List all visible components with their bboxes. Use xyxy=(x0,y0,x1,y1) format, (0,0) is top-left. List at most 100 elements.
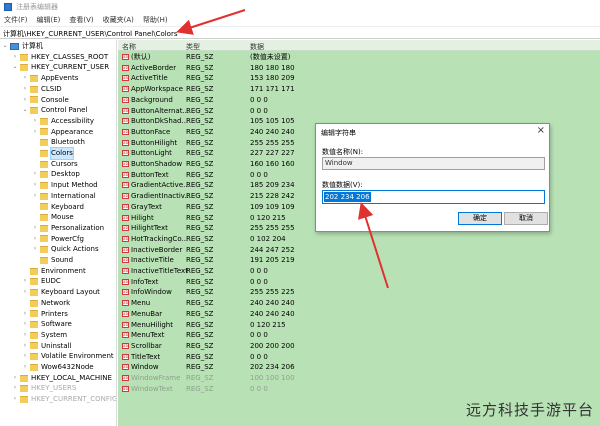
tree-node[interactable]: › International xyxy=(32,191,96,202)
value-row[interactable]: ab InfoText REG_SZ 0 0 0 xyxy=(118,277,600,288)
ok-button[interactable]: 确定 xyxy=(458,212,502,225)
value-row[interactable]: ab Window REG_SZ 202 234 206 xyxy=(118,362,600,373)
value-row[interactable]: ab InactiveTitleText REG_SZ 0 0 0 xyxy=(118,266,600,277)
tree-node[interactable]: › HKEY_CLASSES_ROOT xyxy=(12,52,108,63)
value-row[interactable]: ab TitleText REG_SZ 0 0 0 xyxy=(118,352,600,363)
tree-node[interactable]: › Personalization xyxy=(32,223,104,234)
value-row[interactable]: ab ActiveBorder REG_SZ 180 180 180 xyxy=(118,63,600,74)
menu-help[interactable]: 帮助(H) xyxy=(143,15,168,25)
tree-node[interactable]: Environment xyxy=(22,266,86,277)
chevron-right-icon[interactable]: › xyxy=(12,394,18,405)
value-row[interactable]: ab InfoWindow REG_SZ 255 255 225 xyxy=(118,287,600,298)
value-row[interactable]: ab InactiveTitle REG_SZ 191 205 219 xyxy=(118,255,600,266)
chevron-right-icon[interactable]: › xyxy=(22,351,28,362)
value-row[interactable]: ab MenuText REG_SZ 0 0 0 xyxy=(118,330,600,341)
value-data-field[interactable]: 202 234 206 xyxy=(322,190,545,204)
chevron-right-icon[interactable]: › xyxy=(22,362,28,373)
chevron-right-icon[interactable]: › xyxy=(32,244,38,255)
menu-edit[interactable]: 编辑(E) xyxy=(37,15,61,25)
chevron-right-icon[interactable]: › xyxy=(32,223,38,234)
value-name: Hilight xyxy=(131,213,154,222)
chevron-right-icon[interactable]: › xyxy=(22,287,28,298)
chevron-right-icon[interactable]: › xyxy=(12,52,18,63)
tree-node[interactable]: Bluetooth xyxy=(32,137,85,148)
value-row[interactable]: ab (默认) REG_SZ (数值未设置) xyxy=(118,52,600,63)
chevron-right-icon[interactable]: › xyxy=(12,383,18,394)
chevron-right-icon[interactable]: › xyxy=(22,319,28,330)
tree-node[interactable]: Cursors xyxy=(32,159,78,170)
value-type: REG_SZ xyxy=(186,192,214,201)
chevron-right-icon[interactable]: › xyxy=(12,373,18,384)
chevron-right-icon[interactable]: › xyxy=(32,169,38,180)
tree-node[interactable]: Network xyxy=(22,298,70,309)
column-header-name[interactable]: 名称 xyxy=(122,42,136,52)
tree-node[interactable]: › Desktop xyxy=(32,169,80,180)
chevron-right-icon[interactable]: › xyxy=(32,234,38,245)
tree-node[interactable]: Mouse xyxy=(32,212,74,223)
tree-node[interactable]: ⌄ HKEY_CURRENT_USER xyxy=(12,62,109,73)
value-row[interactable]: ab WindowText REG_SZ 0 0 0 xyxy=(118,384,600,395)
chevron-right-icon[interactable]: › xyxy=(32,116,38,127)
tree-node[interactable]: › Appearance xyxy=(32,127,93,138)
chevron-down-icon[interactable]: ⌄ xyxy=(2,41,8,52)
chevron-right-icon[interactable]: › xyxy=(22,309,28,320)
tree-node[interactable]: ⌄ Control Panel xyxy=(22,105,87,116)
value-name: ButtonHilight xyxy=(131,138,178,147)
chevron-right-icon[interactable]: › xyxy=(22,84,28,95)
chevron-right-icon[interactable]: › xyxy=(22,95,28,106)
chevron-right-icon[interactable]: › xyxy=(22,73,28,84)
menu-view[interactable]: 查看(V) xyxy=(69,15,93,25)
value-row[interactable]: ab MenuHilight REG_SZ 0 120 215 xyxy=(118,320,600,331)
value-name-field[interactable]: Window xyxy=(322,157,545,170)
tree-node[interactable]: › PowerCfg xyxy=(32,234,84,245)
tree-node[interactable]: › Wow6432Node xyxy=(22,362,94,373)
tree-node[interactable]: › HKEY_LOCAL_MACHINE xyxy=(12,373,112,384)
address-bar[interactable]: 计算机\HKEY_CURRENT_USER\Control Panel\Colo… xyxy=(0,29,600,39)
value-row[interactable]: ab Background REG_SZ 0 0 0 xyxy=(118,95,600,106)
tree-node[interactable]: › HKEY_USERS xyxy=(12,383,77,394)
tree-node[interactable]: › Volatile Environment xyxy=(22,351,114,362)
chevron-right-icon[interactable]: › xyxy=(32,127,38,138)
value-row[interactable]: ab AppWorkspace REG_SZ 171 171 171 xyxy=(118,84,600,95)
tree-node[interactable]: › Software xyxy=(22,319,72,330)
tree-node[interactable]: › Quick Actions xyxy=(32,244,99,255)
value-row[interactable]: ab HotTrackingCo... REG_SZ 0 102 204 xyxy=(118,234,600,245)
tree-node[interactable]: › CLSID xyxy=(22,84,62,95)
tree-node[interactable]: › HKEY_CURRENT_CONFIG xyxy=(12,394,116,405)
chevron-down-icon[interactable]: ⌄ xyxy=(12,62,18,73)
chevron-right-icon[interactable]: › xyxy=(22,341,28,352)
tree-node[interactable]: › Printers xyxy=(22,309,68,320)
value-row[interactable]: ab InactiveBorder REG_SZ 244 247 252 xyxy=(118,245,600,256)
tree-node[interactable]: › Console xyxy=(22,95,69,106)
cancel-button[interactable]: 取消 xyxy=(504,212,548,225)
value-row[interactable]: ab MenuBar REG_SZ 240 240 240 xyxy=(118,309,600,320)
tree-node[interactable]: › Accessibility xyxy=(32,116,94,127)
chevron-right-icon[interactable]: › xyxy=(32,191,38,202)
column-header-data[interactable]: 数据 xyxy=(250,42,264,52)
value-row[interactable]: ab Menu REG_SZ 240 240 240 xyxy=(118,298,600,309)
tree-node[interactable]: › System xyxy=(22,330,67,341)
value-row[interactable]: ab Scrollbar REG_SZ 200 200 200 xyxy=(118,341,600,352)
tree-node[interactable]: › Uninstall xyxy=(22,341,72,352)
tree-node[interactable]: › AppEvents xyxy=(22,73,79,84)
column-header-type[interactable]: 类型 xyxy=(186,42,200,52)
tree-node[interactable]: ⌄ 计算机 xyxy=(2,41,43,52)
tree-node-label: Keyboard xyxy=(51,202,84,211)
folder-icon xyxy=(40,235,48,243)
tree-node[interactable]: Colors xyxy=(32,147,74,160)
tree-node[interactable]: Keyboard xyxy=(32,202,84,213)
chevron-right-icon[interactable]: › xyxy=(22,276,28,287)
tree-node[interactable]: Sound xyxy=(32,255,73,266)
chevron-right-icon[interactable]: › xyxy=(22,330,28,341)
menu-favorites[interactable]: 收藏夹(A) xyxy=(103,15,134,25)
tree-node[interactable]: › EUDC xyxy=(22,276,61,287)
tree-node[interactable]: › Input Method xyxy=(32,180,98,191)
chevron-down-icon[interactable]: ⌄ xyxy=(22,105,28,116)
close-icon[interactable]: × xyxy=(537,125,545,136)
menu-file[interactable]: 文件(F) xyxy=(4,15,28,25)
tree-node[interactable]: › Keyboard Layout xyxy=(22,287,100,298)
value-row[interactable]: ab WindowFrame REG_SZ 100 100 100 xyxy=(118,373,600,384)
value-row[interactable]: ab ActiveTitle REG_SZ 153 180 209 xyxy=(118,73,600,84)
value-row[interactable]: ab ButtonAlternat... REG_SZ 0 0 0 xyxy=(118,106,600,117)
chevron-right-icon[interactable]: › xyxy=(32,180,38,191)
